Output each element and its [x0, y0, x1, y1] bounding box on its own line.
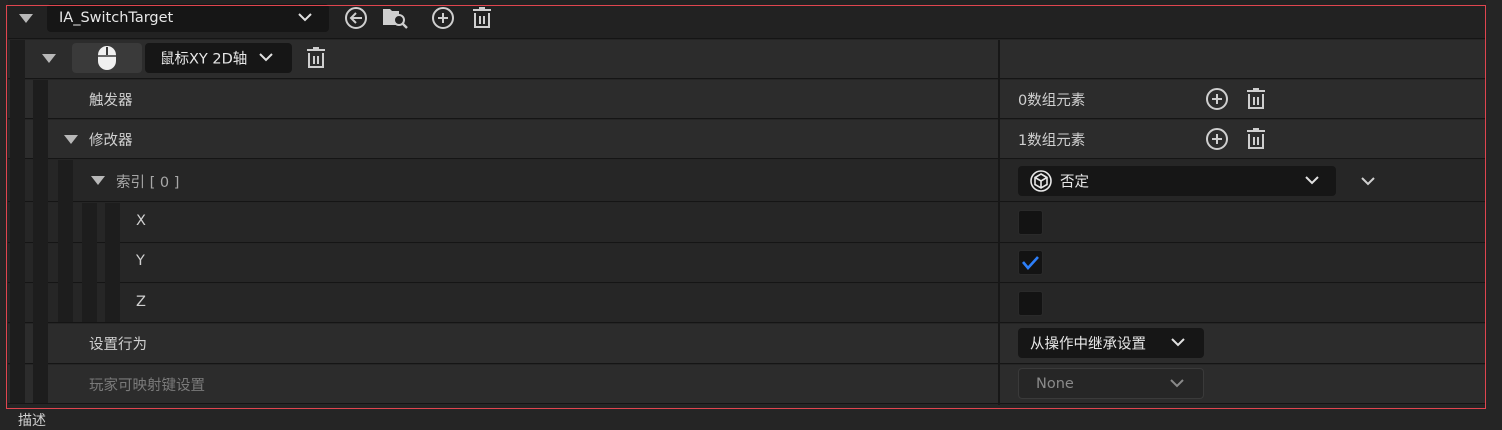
trash-icon[interactable] [1245, 87, 1267, 111]
chevron-down-icon [259, 53, 273, 62]
axis-x-label: X [136, 213, 146, 229]
divider [8, 363, 1486, 364]
axis-x-checkbox[interactable] [1018, 210, 1043, 235]
trash-icon[interactable] [305, 46, 327, 70]
chevron-down-icon [1171, 338, 1185, 347]
axis-z-label: Z [136, 294, 146, 310]
player-mappable-dropdown: None [1018, 368, 1204, 399]
cube-icon [1030, 170, 1052, 192]
chevron-down-icon [1170, 378, 1184, 387]
mouse-icon [98, 46, 116, 70]
collapse-arrow-icon[interactable] [91, 176, 105, 185]
checkmark-icon [1022, 256, 1039, 270]
axis-y-checkbox[interactable] [1018, 250, 1043, 275]
collapse-arrow-icon[interactable] [42, 54, 56, 63]
collapse-arrow-icon[interactable] [64, 135, 78, 144]
add-circle-icon[interactable] [431, 6, 455, 30]
indent-guide [10, 40, 25, 403]
indent-guide [58, 160, 73, 322]
divider [8, 118, 1486, 119]
triggers-label: 触发器 [89, 93, 133, 109]
axis-z-row [8, 284, 1486, 322]
action-name-dropdown[interactable]: IA_SwitchTarget [47, 4, 329, 32]
arrow-back-circle-icon[interactable] [344, 6, 368, 30]
index-label: 索引 [ 0 ] [116, 175, 180, 191]
modifiers-count: 1数组元素 [1018, 133, 1086, 149]
player-mappable-row [8, 365, 1486, 403]
player-mappable-label: 玩家可映射键设置 [89, 378, 205, 394]
modifier-type-dropdown[interactable]: 否定 [1018, 166, 1336, 196]
trash-icon[interactable] [1245, 127, 1267, 151]
key-selector-text: 鼠标XY 2D轴 [160, 51, 248, 68]
divider [8, 201, 1486, 202]
chevron-down-icon[interactable] [1360, 176, 1376, 186]
behavior-text: 从操作中继承设置 [1030, 336, 1146, 353]
divider [8, 282, 1486, 283]
divider [8, 38, 1486, 39]
action-name-text: IA_SwitchTarget [59, 10, 174, 26]
behavior-row [8, 324, 1486, 363]
add-circle-icon[interactable] [1205, 87, 1229, 111]
divider [8, 158, 1486, 159]
indent-guide [33, 80, 48, 403]
divider [8, 403, 1486, 404]
divider [8, 322, 1486, 323]
behavior-label: 设置行为 [89, 337, 147, 353]
divider [8, 78, 1486, 79]
triggers-count: 0数组元素 [1018, 93, 1086, 109]
trash-icon[interactable] [471, 6, 493, 30]
indent-guide [82, 203, 97, 322]
axis-y-label: Y [136, 253, 145, 269]
browse-folder-icon[interactable] [381, 5, 409, 31]
axis-z-checkbox[interactable] [1018, 291, 1043, 316]
chevron-down-icon [1305, 176, 1319, 185]
indent-guide [105, 203, 120, 322]
player-mappable-text: None [1036, 375, 1074, 392]
collapse-arrow-icon[interactable] [19, 14, 33, 23]
device-selector[interactable] [72, 43, 142, 73]
axis-y-row [8, 244, 1486, 282]
description-section-label[interactable]: 描述 [18, 410, 46, 430]
add-circle-icon[interactable] [1205, 127, 1229, 151]
behavior-dropdown[interactable]: 从操作中继承设置 [1018, 328, 1204, 358]
column-divider [998, 40, 1000, 405]
axis-x-row [8, 203, 1486, 242]
key-selector-dropdown[interactable]: 鼠标XY 2D轴 [145, 43, 292, 73]
divider [8, 242, 1486, 243]
chevron-down-icon [298, 13, 312, 22]
modifier-type-text: 否定 [1060, 174, 1089, 191]
modifiers-label: 修改器 [89, 133, 133, 149]
